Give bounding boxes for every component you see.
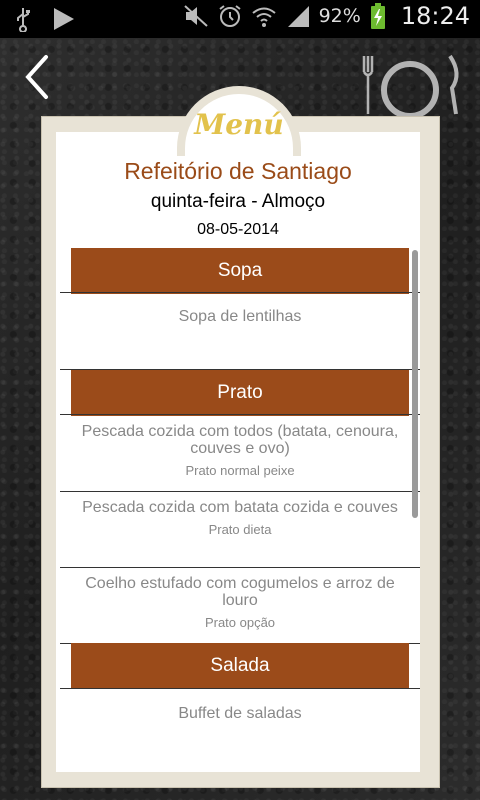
signal-icon bbox=[287, 6, 309, 27]
item-category: Prato dieta bbox=[208, 522, 272, 537]
item-category: Prato opção bbox=[204, 615, 276, 630]
alarm-icon bbox=[218, 5, 241, 27]
section-header-salada: Salada bbox=[71, 643, 409, 689]
item-name: Sopa de lentilhas bbox=[178, 308, 302, 325]
usb-icon bbox=[17, 8, 30, 32]
list-item[interactable]: Coelho estufado com cogumelos e arroz de… bbox=[76, 575, 404, 630]
menu-date: 08-05-2014 bbox=[197, 221, 279, 238]
list-item[interactable]: Sopa de lentilhas bbox=[76, 308, 404, 325]
list-item[interactable]: Buffet de saladas bbox=[76, 705, 404, 722]
section-header-prato: Prato bbox=[71, 370, 409, 416]
separator bbox=[60, 491, 420, 492]
section-header-sopa: Sopa bbox=[71, 248, 409, 294]
item-name: Pescada cozida com batata cozida e couve… bbox=[82, 499, 398, 516]
list-item[interactable]: Pescada cozida com todos (batata, cenour… bbox=[76, 423, 404, 478]
clock: 18:24 bbox=[400, 2, 470, 30]
separator bbox=[60, 292, 420, 293]
menu-label: Menú bbox=[194, 108, 284, 141]
separator bbox=[60, 567, 420, 568]
separator bbox=[60, 688, 420, 689]
scrollbar[interactable] bbox=[412, 250, 418, 518]
menu-header: Refeitório de Santiago quinta-feira - Al… bbox=[56, 158, 420, 239]
separator bbox=[60, 414, 420, 415]
section-label: Prato bbox=[217, 382, 263, 403]
item-name: Pescada cozida com todos (batata, cenour… bbox=[81, 423, 399, 457]
cutlery-icon bbox=[362, 54, 459, 118]
list-item[interactable]: Pescada cozida com batata cozida e couve… bbox=[76, 499, 404, 537]
wifi-icon bbox=[251, 7, 276, 27]
section-label: Sopa bbox=[217, 260, 263, 281]
restaurant-title: Refeitório de Santiago bbox=[124, 158, 352, 184]
back-arrow-icon[interactable] bbox=[18, 52, 58, 102]
item-name: Buffet de saladas bbox=[178, 705, 302, 722]
section-label: Salada bbox=[210, 655, 270, 676]
menu-tab: Menú bbox=[177, 86, 301, 156]
battery-charging-icon bbox=[370, 3, 385, 29]
meal-subtitle: quinta-feira - Almoço bbox=[150, 191, 326, 212]
battery-percentage: 92% bbox=[318, 5, 361, 27]
item-category: Prato normal peixe bbox=[185, 463, 295, 478]
item-name: Coelho estufado com cogumelos e arroz de… bbox=[85, 575, 395, 609]
play-icon bbox=[54, 8, 74, 30]
status-bar: 92% 18:24 bbox=[0, 0, 480, 38]
mute-icon bbox=[183, 5, 208, 27]
